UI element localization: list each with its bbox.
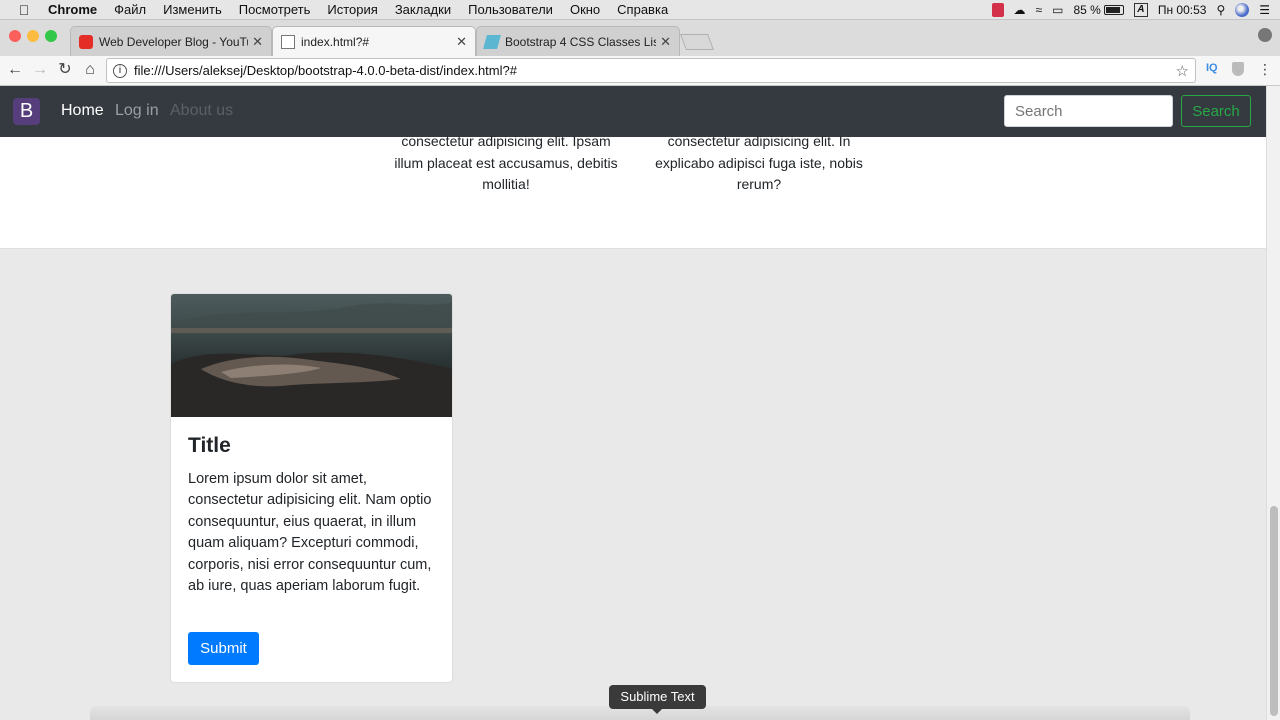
menu-view[interactable]: Посмотреть: [239, 2, 311, 17]
shield-extension-icon[interactable]: [1232, 62, 1244, 76]
site-info-icon[interactable]: i: [113, 63, 127, 78]
tab-index-html[interactable]: index.html?# ✕: [272, 26, 476, 56]
zoom-window-button[interactable]: [45, 30, 57, 42]
menu-bookmarks[interactable]: Закладки: [395, 2, 451, 17]
spotlight-search-icon[interactable]: ⚲: [1216, 3, 1225, 17]
features-section: consectetur adipisicing elit. Ipsam illu…: [0, 133, 1266, 249]
card-title: Title: [188, 434, 231, 457]
tab-title: index.html?#: [301, 34, 370, 49]
scrollbar-thumb[interactable]: [1270, 506, 1278, 716]
search-input[interactable]: [1004, 95, 1173, 127]
brand-logo[interactable]: B: [13, 98, 40, 125]
home-icon[interactable]: ⌂: [80, 60, 100, 80]
nav-link-about[interactable]: About us: [170, 102, 233, 120]
input-source-icon[interactable]: A: [1133, 3, 1148, 17]
page-scrollbar[interactable]: [1266, 86, 1280, 720]
address-url: file:///Users/aleksej/Desktop/bootstrap-…: [134, 63, 517, 78]
feature-text: consectetur adipisicing elit. In explica…: [655, 133, 863, 192]
dock-tooltip: Sublime Text: [609, 685, 706, 714]
search-button[interactable]: Search: [1181, 95, 1251, 127]
close-tab-icon[interactable]: ✕: [456, 34, 467, 50]
wifi-icon[interactable]: ≈: [1036, 3, 1043, 17]
tab-youtube[interactable]: Web Developer Blog - YouTube ✕: [70, 26, 272, 56]
menu-history[interactable]: История: [327, 2, 377, 17]
cloud-icon[interactable]: ☁: [1014, 3, 1026, 17]
notification-center-icon[interactable]: ☰: [1259, 3, 1270, 17]
menu-people[interactable]: Пользователи: [468, 2, 553, 17]
close-tab-icon[interactable]: ✕: [252, 34, 263, 50]
feature-text: consectetur adipisicing elit. Ipsam illu…: [394, 133, 618, 192]
tab-title: Bootstrap 4 CSS Classes List: [505, 34, 657, 49]
tab-title: Web Developer Blog - YouTube: [99, 34, 248, 49]
iq-extension-icon[interactable]: IQ: [1206, 62, 1218, 74]
apple-menu-icon[interactable]: : [0, 2, 48, 18]
document-icon: [281, 34, 295, 49]
menu-app-chrome[interactable]: Chrome: [48, 2, 97, 17]
battery-icon: [1103, 5, 1124, 15]
menu-file[interactable]: Файл: [114, 2, 146, 17]
recording-icon[interactable]: [991, 3, 1004, 17]
nav-link-home[interactable]: Home: [61, 102, 104, 120]
close-tab-icon[interactable]: ✕: [660, 34, 671, 50]
battery-status[interactable]: 85 %: [1073, 3, 1124, 17]
window-controls: [9, 30, 63, 42]
tab-bootstrap-classes[interactable]: Bootstrap 4 CSS Classes List ✕: [476, 26, 680, 56]
profile-icon[interactable]: [1258, 28, 1272, 42]
browser-toolbar: ← → ↻ ⌂ i file:///Users/aleksej/Desktop/…: [0, 56, 1280, 86]
clock[interactable]: Пн 00:53: [1158, 3, 1207, 17]
menu-edit[interactable]: Изменить: [163, 2, 222, 17]
reload-icon[interactable]: ↻: [55, 60, 75, 80]
chrome-menu-icon[interactable]: ⋮: [1258, 61, 1272, 78]
siri-icon[interactable]: [1235, 3, 1250, 17]
submit-button[interactable]: Submit: [188, 632, 259, 665]
battery-percent: 85 %: [1073, 3, 1101, 17]
minimize-window-button[interactable]: [27, 30, 39, 42]
youtube-icon: [79, 34, 93, 49]
new-tab-button[interactable]: [680, 34, 714, 50]
menu-bar-status-area: ☁ ≈ ▭ 85 % A Пн 00:53 ⚲ ☰: [991, 0, 1280, 20]
card-text: Lorem ipsum dolor sit amet, consectetur …: [188, 471, 432, 595]
macos-menu-bar:  Chrome Файл Изменить Посмотреть Истори…: [0, 0, 1280, 20]
menu-window[interactable]: Окно: [570, 2, 600, 17]
forward-icon[interactable]: →: [30, 60, 50, 80]
bootstrap-site-icon: [483, 34, 501, 49]
airplay-icon[interactable]: ▭: [1052, 3, 1063, 17]
close-window-button[interactable]: [9, 30, 21, 42]
content-card: Title Lorem ipsum dolor sit amet, consec…: [170, 293, 453, 683]
nav-link-login[interactable]: Log in: [115, 102, 159, 120]
bookmark-star-icon[interactable]: ☆: [1176, 62, 1189, 80]
browser-tab-strip: Web Developer Blog - YouTube ✕ index.htm…: [0, 20, 1280, 56]
page-navbar: B Home Log in About us Search: [0, 86, 1266, 137]
menu-help[interactable]: Справка: [617, 2, 668, 17]
back-icon[interactable]: ←: [5, 60, 25, 80]
address-bar[interactable]: i file:///Users/aleksej/Desktop/bootstra…: [106, 58, 1196, 83]
card-image: [171, 294, 452, 417]
